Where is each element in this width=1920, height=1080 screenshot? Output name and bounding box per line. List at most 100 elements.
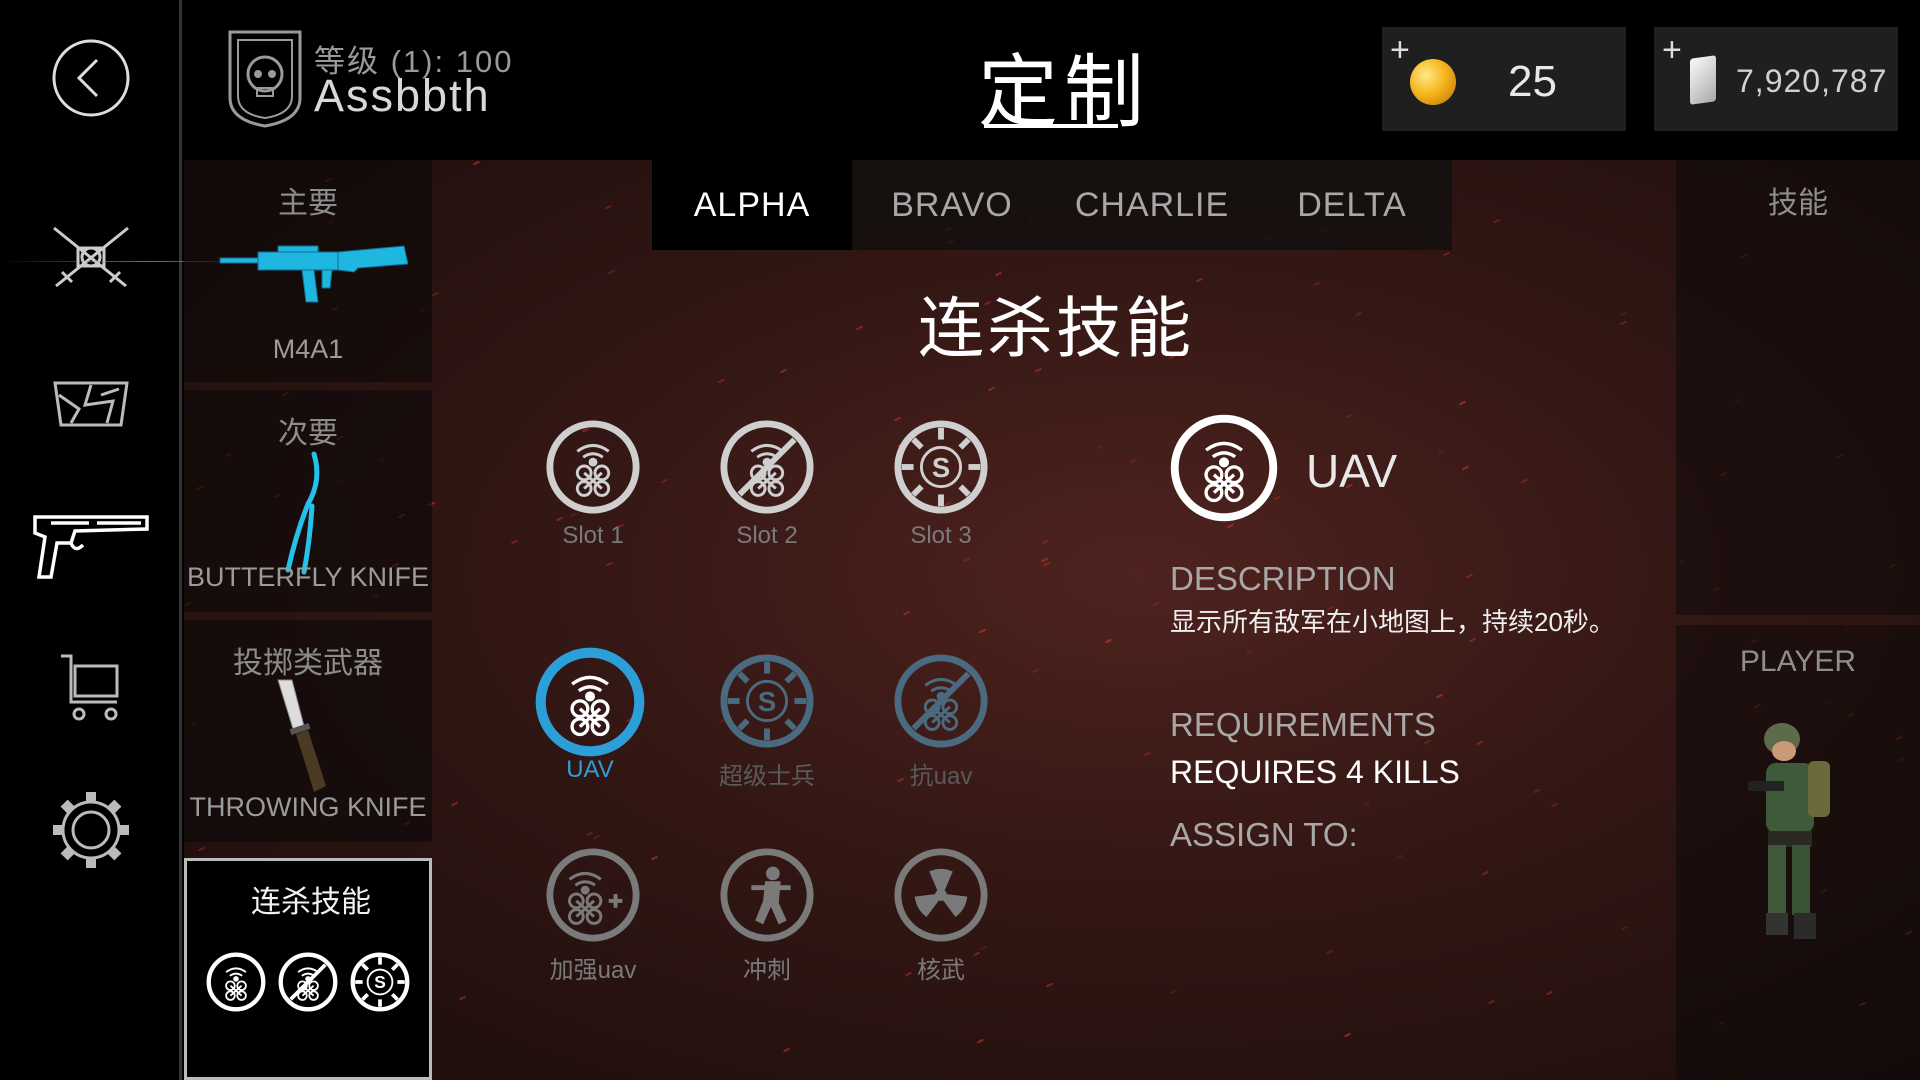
anti-drone-icon (720, 420, 814, 514)
killstreak-nuke[interactable]: 核武 (871, 846, 1011, 985)
top-bar: 等级 (1): 100 Assbbth 定制 + 25 + 7,920,787 (184, 0, 1920, 160)
svg-text:S: S (932, 452, 950, 483)
assign-heading: ASSIGN TO: (1170, 816, 1358, 853)
player-panel[interactable]: PLAYER (1676, 625, 1920, 1080)
primary-weapon-name: M4A1 (272, 334, 344, 364)
nav-camo[interactable] (0, 372, 182, 432)
nav-settings[interactable] (0, 790, 182, 870)
coin-icon (1410, 59, 1456, 105)
ember (1362, 801, 1371, 807)
tab-alpha[interactable]: ALPHA (652, 160, 852, 250)
assign-slot-2[interactable]: Slot 2 (697, 418, 837, 550)
throwing-knife-icon (277, 679, 326, 792)
ember (1520, 478, 1529, 484)
nav-weapons[interactable] (0, 222, 182, 292)
super-soldier-icon: S (894, 420, 988, 514)
cart-icon (61, 654, 119, 721)
back-button[interactable] (0, 38, 182, 118)
add-coins-icon[interactable]: + (1390, 31, 1410, 70)
tab-bravo[interactable]: BRAVO (852, 160, 1052, 250)
right-column: 技能 PLAYER (1676, 160, 1920, 1080)
ember (1619, 311, 1628, 317)
ember (717, 378, 726, 384)
assign-slot-3[interactable]: S Slot 3 (871, 418, 1011, 550)
tab-delta[interactable]: DELTA (1252, 160, 1452, 250)
killstreak-anti-uav[interactable]: 抗uav (871, 652, 1011, 791)
super-soldier-icon: S (350, 952, 410, 1012)
ember (978, 628, 987, 634)
ember (962, 557, 971, 563)
drone-icon (206, 952, 266, 1012)
ember (782, 1047, 791, 1053)
cash-balance[interactable]: + 7,920,787 (1654, 27, 1898, 131)
ember (585, 831, 594, 837)
ember (1481, 870, 1490, 876)
left-navigation (0, 0, 182, 1080)
skills-panel[interactable]: 技能 (1676, 160, 1920, 615)
ember (1325, 949, 1334, 955)
killstreak-uav[interactable]: UAV (520, 646, 660, 784)
ember (1532, 788, 1541, 794)
ember (855, 325, 864, 331)
ember (1169, 989, 1178, 995)
nav-store[interactable] (0, 652, 182, 724)
description-heading: DESCRIPTION (1170, 560, 1396, 597)
slot-3-label: Slot 3 (910, 522, 972, 549)
ember (1620, 925, 1629, 931)
ember (607, 269, 616, 275)
ember (458, 995, 467, 1001)
ember (1465, 573, 1474, 579)
ember (1312, 281, 1321, 287)
ember (1195, 277, 1204, 283)
ember (510, 539, 519, 545)
tab-charlie[interactable]: CHARLIE (1052, 160, 1252, 250)
ember (1031, 668, 1040, 674)
killstreak-advanced-uav-label: 加强uav (549, 957, 637, 984)
loadout-killstreaks[interactable]: 连杀技能 S (184, 858, 432, 1080)
ember (1437, 449, 1446, 455)
ember (592, 834, 601, 840)
secondary-title: 次要 (278, 417, 338, 450)
assign-slot-1[interactable]: Slot 1 (523, 418, 663, 550)
throwable-weapon-name: THROWING KNIFE (189, 792, 427, 822)
secondary-weapon-name: BUTTERFLY KNIFE (186, 562, 430, 592)
super-soldier-icon: S (720, 654, 814, 748)
loadout-secondary[interactable]: 次要 BUTTERFLY KNIFE (184, 390, 432, 612)
ember (1104, 638, 1113, 644)
nav-weapon-selected[interactable] (0, 505, 182, 585)
skills-label: 技能 (1768, 187, 1828, 220)
ember (1041, 539, 1050, 545)
loadout-throwable[interactable]: 投掷类武器 THROWING KNIFE (184, 620, 432, 842)
coin-count: 25 (1508, 57, 1557, 106)
killstreak-sprint[interactable]: 冲刺 (697, 846, 837, 985)
ember (1492, 218, 1501, 224)
ember (1458, 400, 1467, 406)
ember (1152, 601, 1161, 607)
loadout-column: 主要 M4A1 次要 BUTTERFLY KNIFE 投掷类武器 THROWIN… (184, 160, 432, 1080)
section-title: 连杀技能 (918, 291, 1194, 365)
ember (987, 386, 996, 392)
ember (1545, 990, 1554, 996)
cash-icon (1690, 55, 1716, 105)
killstreak-advanced-uav[interactable]: 加强uav (523, 846, 663, 985)
back-icon (52, 39, 130, 117)
ember (1550, 802, 1559, 808)
ember (1487, 999, 1496, 1005)
killstreak-super-soldier[interactable]: S 超级士兵 (697, 652, 837, 791)
add-cash-icon[interactable]: + (1662, 31, 1682, 70)
ember (1095, 444, 1104, 450)
ember (1475, 740, 1484, 746)
ember (1395, 854, 1404, 860)
cash-count: 7,920,787 (1736, 63, 1888, 99)
coin-balance[interactable]: + 25 (1382, 27, 1626, 131)
svg-text:S: S (758, 686, 776, 717)
tab-bar: ALPHA BRAVO CHARLIE DELTA (652, 160, 1452, 250)
ember (431, 291, 440, 297)
ember (605, 561, 614, 567)
anti-drone-icon (278, 952, 338, 1012)
ember (604, 204, 613, 210)
killstreak-sprint-label: 冲刺 (743, 957, 791, 984)
ember (1619, 320, 1628, 326)
loadout-primary[interactable]: 主要 M4A1 (184, 160, 432, 382)
rank-badge[interactable] (226, 28, 304, 133)
